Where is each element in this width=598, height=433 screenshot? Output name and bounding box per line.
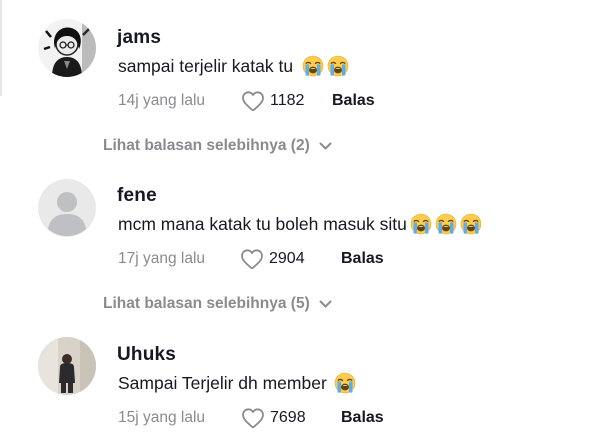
comment-timestamp: 17j yang lalu: [118, 250, 206, 267]
comment-text: mcm mana katak tu boleh masuk situ: [118, 213, 407, 234]
like-button[interactable]: 7698: [241, 407, 306, 429]
chevron-down-icon: [319, 300, 332, 307]
view-more-replies-label: Lihat balasan selebihnya (5): [103, 295, 310, 312]
left-divider: [0, 0, 2, 96]
reply-button[interactable]: Balas: [341, 409, 384, 427]
loudly-crying-face-emoji: [334, 372, 356, 394]
comment-text-row: sampai terjelir katak tu: [118, 55, 349, 77]
loudly-crying-face-emoji: [302, 55, 324, 77]
reply-button[interactable]: Balas: [332, 92, 375, 110]
comment-text-row: Sampai Terjelir dh member: [118, 372, 356, 394]
heart-outline-icon: [242, 91, 264, 112]
heart-outline-icon: [242, 408, 264, 429]
heart-outline-icon: [241, 249, 263, 270]
comment-text-row: mcm mana katak tu boleh masuk situ: [118, 213, 482, 235]
comment-text: sampai terjelir katak tu: [118, 55, 294, 76]
loudly-crying-face-emoji: [435, 213, 457, 235]
reply-button[interactable]: Balas: [341, 250, 384, 268]
comment-meta: 14j yang lalu 1182 Balas: [0, 90, 598, 114]
like-count: 7698: [270, 409, 306, 426]
like-count: 2904: [269, 250, 305, 267]
comment-username[interactable]: jams: [117, 27, 161, 49]
view-more-replies-button[interactable]: Lihat balasan selebihnya (5): [103, 295, 332, 313]
loudly-crying-face-emoji: [460, 213, 482, 235]
comment-meta: 15j yang lalu 7698 Balas: [0, 407, 598, 431]
loudly-crying-face-emoji: [327, 55, 349, 77]
chevron-down-icon: [319, 142, 332, 149]
avatar[interactable]: [38, 179, 96, 237]
view-more-replies-button[interactable]: Lihat balasan selebihnya (2): [103, 137, 332, 155]
like-count: 1182: [270, 92, 305, 109]
comment-meta: 17j yang lalu 2904 Balas: [0, 248, 598, 272]
comment-username[interactable]: Uhuks: [117, 344, 176, 366]
view-more-replies-label: Lihat balasan selebihnya (2): [103, 137, 310, 154]
avatar[interactable]: [38, 19, 96, 77]
comment-timestamp: 14j yang lalu: [118, 92, 206, 109]
comment-timestamp: 15j yang lalu: [118, 409, 206, 426]
avatar[interactable]: [38, 337, 96, 395]
comment-username[interactable]: fene: [117, 185, 157, 207]
like-button[interactable]: 2904: [240, 248, 305, 270]
comment-text: Sampai Terjelir dh member: [118, 372, 327, 393]
comment-list: jams sampai terjelir katak tu 14j yang l…: [0, 0, 598, 433]
like-button[interactable]: 1182: [241, 90, 304, 112]
loudly-crying-face-emoji: [410, 213, 432, 235]
